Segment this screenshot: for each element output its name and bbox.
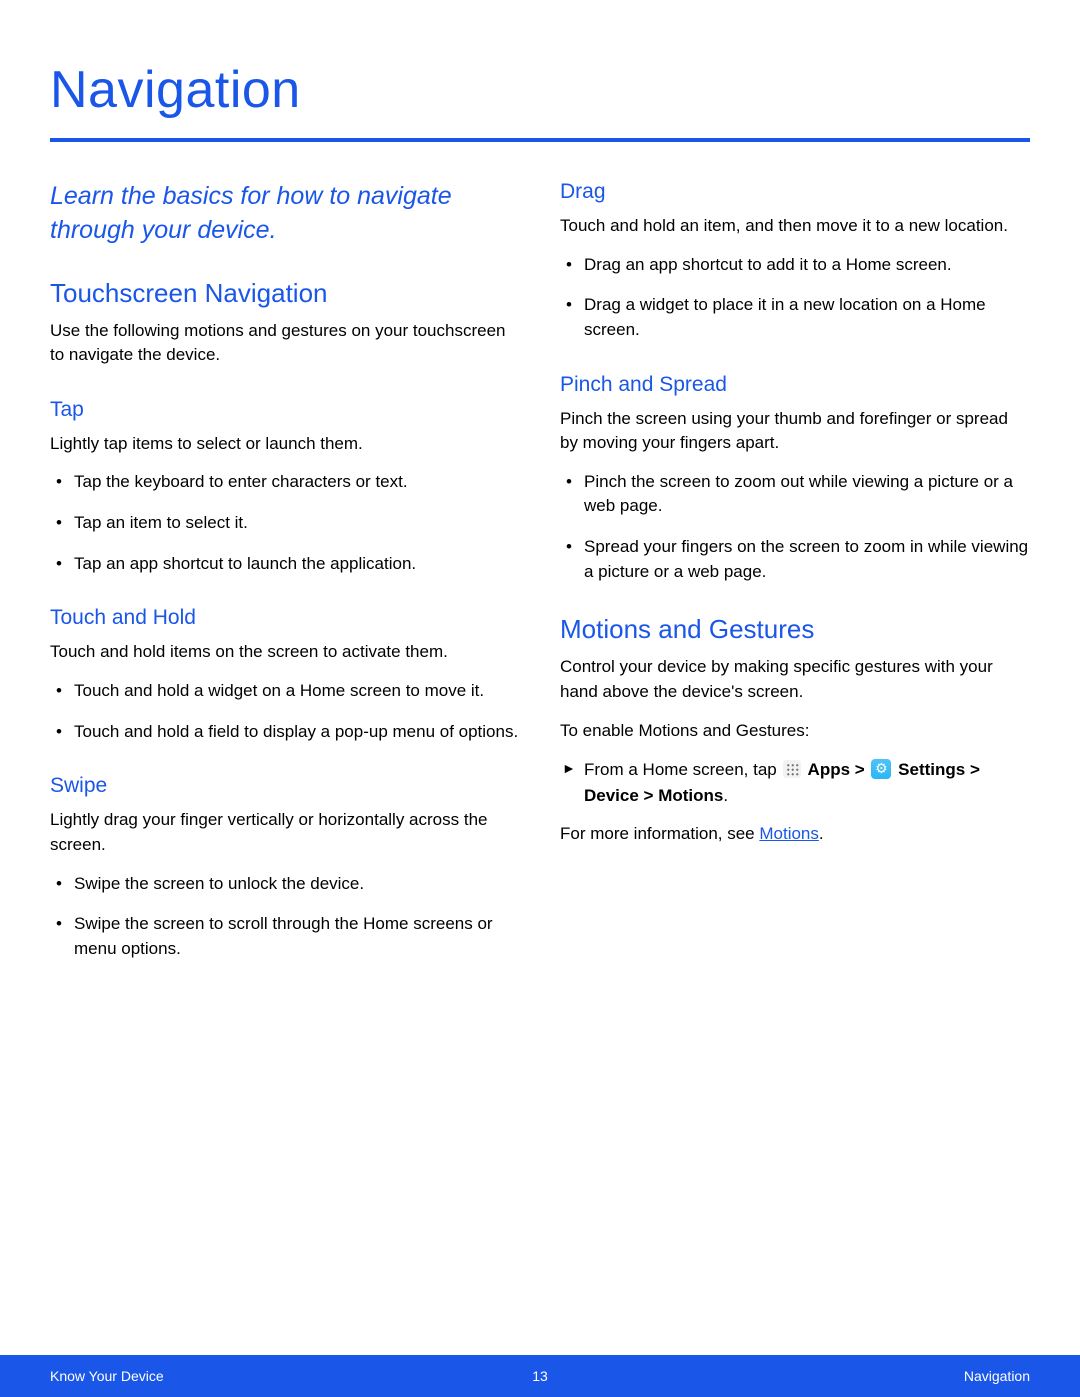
list-item: Pinch the screen to zoom out while viewi… (560, 470, 1030, 519)
apps-label: Apps > (803, 760, 869, 779)
more-suffix: . (819, 824, 824, 843)
list-item: Drag an app shortcut to add it to a Home… (560, 253, 1030, 278)
settings-icon (871, 759, 891, 779)
pinch-list: Pinch the screen to zoom out while viewi… (560, 470, 1030, 585)
swipe-body: Lightly drag your finger vertically or h… (50, 808, 520, 857)
touchscreen-nav-body: Use the following motions and gestures o… (50, 319, 520, 368)
drag-list: Drag an app shortcut to add it to a Home… (560, 253, 1030, 343)
motions-link[interactable]: Motions (759, 824, 819, 843)
touchscreen-nav-heading: Touchscreen Navigation (50, 278, 520, 309)
play-icon: ► (562, 758, 576, 779)
touch-hold-body: Touch and hold items on the screen to ac… (50, 640, 520, 665)
intro-text: Learn the basics for how to navigate thr… (50, 180, 520, 248)
step-period: . (723, 786, 728, 805)
swipe-list: Swipe the screen to unlock the device. S… (50, 872, 520, 962)
footer-page-number: 13 (532, 1368, 548, 1384)
more-prefix: For more information, see (560, 824, 759, 843)
list-item: Touch and hold a field to display a pop-… (50, 720, 520, 745)
left-column: Learn the basics for how to navigate thr… (50, 180, 520, 977)
swipe-heading: Swipe (50, 774, 520, 798)
apps-icon (783, 760, 801, 778)
list-item: Tap an item to select it. (50, 511, 520, 536)
step-prefix: From a Home screen, tap (584, 760, 781, 779)
list-item: Tap an app shortcut to launch the applic… (50, 552, 520, 577)
motions-heading: Motions and Gestures (560, 614, 1030, 645)
list-item: Tap the keyboard to enter characters or … (50, 470, 520, 495)
touch-hold-list: Touch and hold a widget on a Home screen… (50, 679, 520, 744)
tap-list: Tap the keyboard to enter characters or … (50, 470, 520, 576)
motions-enable-label: To enable Motions and Gestures: (560, 719, 1030, 744)
pinch-body: Pinch the screen using your thumb and fo… (560, 407, 1030, 456)
page-footer: Know Your Device 13 Navigation (0, 1355, 1080, 1397)
page-title: Navigation (50, 60, 1030, 120)
touch-hold-heading: Touch and Hold (50, 606, 520, 630)
title-rule (50, 138, 1030, 142)
footer-right: Navigation (964, 1368, 1030, 1384)
tap-body: Lightly tap items to select or launch th… (50, 432, 520, 457)
motions-step: ► From a Home screen, tap Apps > Setting… (560, 757, 1030, 808)
content-columns: Learn the basics for how to navigate thr… (50, 180, 1030, 977)
list-item: Swipe the screen to unlock the device. (50, 872, 520, 897)
list-item: Touch and hold a widget on a Home screen… (50, 679, 520, 704)
drag-body: Touch and hold an item, and then move it… (560, 214, 1030, 239)
tap-heading: Tap (50, 398, 520, 422)
right-column: Drag Touch and hold an item, and then mo… (560, 180, 1030, 977)
list-item: Spread your fingers on the screen to zoo… (560, 535, 1030, 584)
list-item: Swipe the screen to scroll through the H… (50, 912, 520, 961)
list-item: Drag a widget to place it in a new locat… (560, 293, 1030, 342)
motions-body: Control your device by making specific g… (560, 655, 1030, 704)
pinch-heading: Pinch and Spread (560, 373, 1030, 397)
footer-left: Know Your Device (50, 1368, 164, 1384)
motions-more-info: For more information, see Motions. (560, 822, 1030, 847)
drag-heading: Drag (560, 180, 1030, 204)
